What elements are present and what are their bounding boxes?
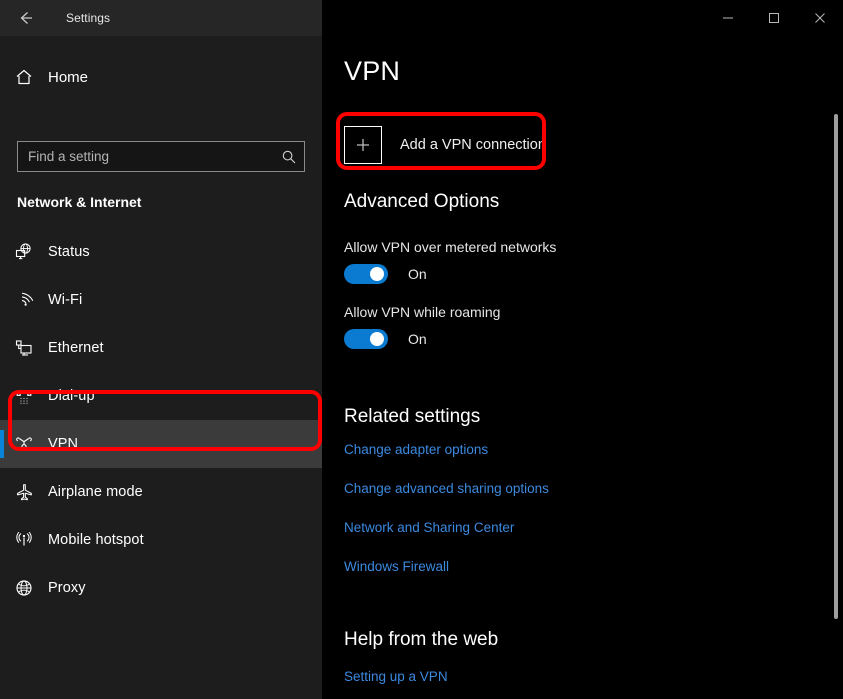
vpn-key-icon <box>0 434 48 454</box>
title-bar-left: Settings <box>0 0 322 36</box>
minimize-icon <box>722 12 734 24</box>
title-bar: Settings <box>0 0 843 36</box>
maximize-icon <box>768 12 780 24</box>
search-box[interactable] <box>17 141 305 172</box>
sidebar-item-label: Status <box>48 244 90 260</box>
home-label: Home <box>48 69 88 86</box>
close-button[interactable] <box>797 0 843 36</box>
related-settings-heading: Related settings <box>344 406 480 428</box>
hotspot-antenna-icon <box>0 530 48 550</box>
search-input[interactable] <box>18 149 274 164</box>
sidebar-item-home[interactable]: Home <box>0 57 322 97</box>
sidebar-nav-list: Status Wi-Fi <box>0 228 322 612</box>
close-icon <box>814 12 826 24</box>
ethernet-icon <box>0 338 48 358</box>
window-title: Settings <box>66 11 110 25</box>
roaming-label: Allow VPN while roaming <box>344 304 500 320</box>
airplane-icon <box>0 482 48 502</box>
sidebar-item-label: Wi-Fi <box>48 292 82 308</box>
sidebar-item-label: Dial-up <box>48 388 95 404</box>
scrollbar[interactable] <box>829 36 843 699</box>
sidebar-item-label: VPN <box>48 436 78 452</box>
search-icon[interactable] <box>274 142 304 171</box>
sidebar-item-vpn[interactable]: VPN <box>0 420 322 468</box>
home-icon <box>0 67 48 87</box>
metered-networks-toggle[interactable] <box>344 264 388 284</box>
link-change-advanced-sharing-options[interactable]: Change advanced sharing options <box>344 481 549 496</box>
link-network-and-sharing-center[interactable]: Network and Sharing Center <box>344 520 514 535</box>
metered-networks-state: On <box>408 266 427 282</box>
sidebar: Home Network & Internet <box>0 36 322 699</box>
scrollbar-thumb[interactable] <box>834 114 838 619</box>
add-vpn-connection-button[interactable]: Add a VPN connection <box>344 118 546 172</box>
sidebar-item-dialup[interactable]: Dial-up <box>0 372 322 420</box>
back-button[interactable] <box>6 2 46 34</box>
sidebar-item-mobile-hotspot[interactable]: Mobile hotspot <box>0 516 322 564</box>
advanced-options-heading: Advanced Options <box>344 191 499 213</box>
selection-accent-bar <box>0 430 4 458</box>
sidebar-item-label: Mobile hotspot <box>48 532 144 548</box>
globe-icon <box>0 578 48 598</box>
help-from-web-heading: Help from the web <box>344 629 498 651</box>
window-controls <box>705 0 843 36</box>
roaming-toggle[interactable] <box>344 329 388 349</box>
link-setting-up-a-vpn[interactable]: Setting up a VPN <box>344 669 448 684</box>
sidebar-item-label: Airplane mode <box>48 484 143 500</box>
sidebar-item-proxy[interactable]: Proxy <box>0 564 322 612</box>
maximize-button[interactable] <box>751 0 797 36</box>
dialup-phone-icon <box>0 386 48 406</box>
sidebar-item-label: Proxy <box>48 580 86 596</box>
link-change-adapter-options[interactable]: Change adapter options <box>344 442 488 457</box>
wifi-icon <box>0 290 48 310</box>
metered-networks-label: Allow VPN over metered networks <box>344 239 556 255</box>
sidebar-item-label: Ethernet <box>48 340 104 356</box>
status-globe-icon <box>0 242 48 262</box>
sidebar-item-airplane-mode[interactable]: Airplane mode <box>0 468 322 516</box>
metered-networks-toggle-row: On <box>344 264 427 284</box>
roaming-toggle-row: On <box>344 329 427 349</box>
page-title: VPN <box>344 56 400 87</box>
add-vpn-connection-label: Add a VPN connection <box>400 137 546 153</box>
back-arrow-icon <box>16 8 36 28</box>
roaming-state: On <box>408 331 427 347</box>
settings-window: Settings <box>0 0 843 699</box>
sidebar-item-status[interactable]: Status <box>0 228 322 276</box>
link-windows-firewall[interactable]: Windows Firewall <box>344 559 449 574</box>
sidebar-category-title: Network & Internet <box>17 194 141 210</box>
sidebar-item-wifi[interactable]: Wi-Fi <box>0 276 322 324</box>
plus-icon <box>344 126 382 164</box>
main-content: VPN Add a VPN connection Advanced Option… <box>322 36 843 699</box>
sidebar-item-ethernet[interactable]: Ethernet <box>0 324 322 372</box>
minimize-button[interactable] <box>705 0 751 36</box>
toggle-knob <box>370 332 384 346</box>
toggle-knob <box>370 267 384 281</box>
